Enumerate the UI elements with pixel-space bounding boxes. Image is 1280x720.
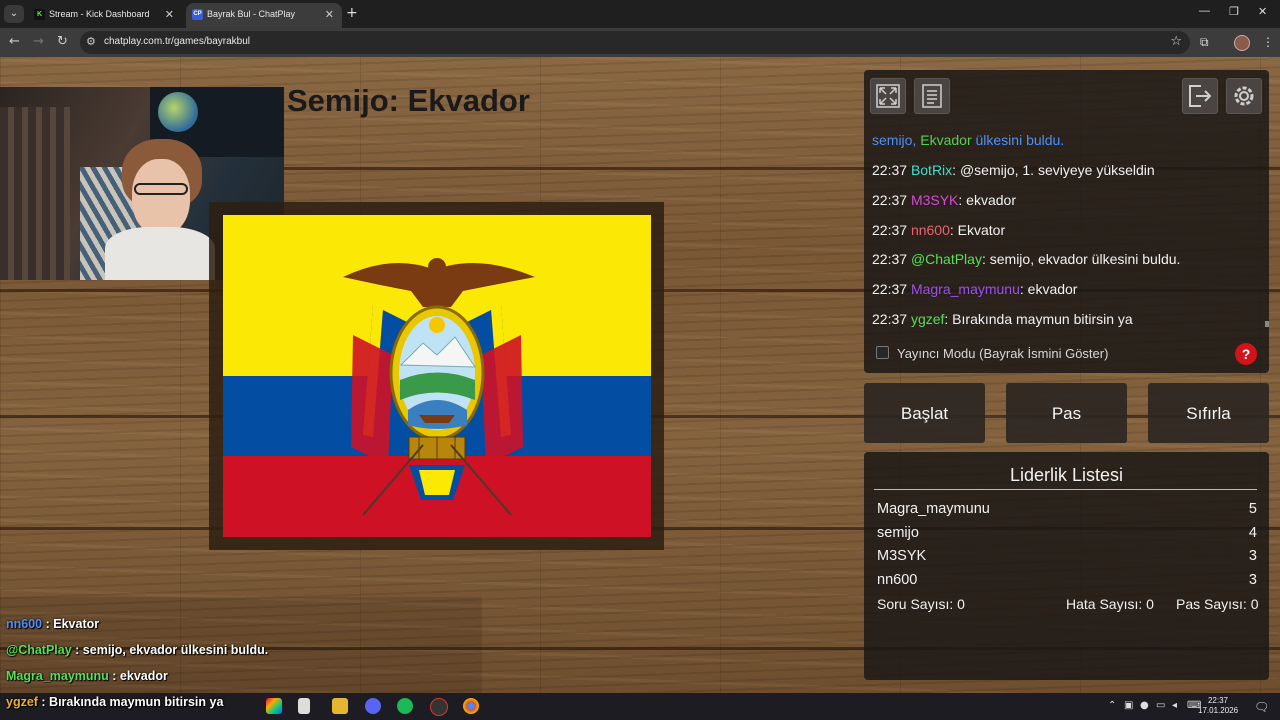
- streamer-mode-checkbox[interactable]: [876, 346, 889, 359]
- document-list-icon: [922, 84, 942, 108]
- overlay-chat-line: ygzef : Bırakında maymun bitirsin ya: [6, 695, 224, 709]
- extensions-puzzle-icon[interactable]: ⧉: [1200, 35, 1209, 50]
- tab-close-icon[interactable]: ✕: [165, 8, 174, 21]
- overlay-chat-line: nn600 : Ekvator: [6, 617, 100, 631]
- bookmark-star-icon[interactable]: ☆: [1170, 34, 1182, 49]
- site-info-icon[interactable]: ⚙: [86, 35, 96, 48]
- url-text[interactable]: chatplay.com.tr/games/bayrakbul: [104, 36, 250, 47]
- minimize-icon[interactable]: —: [1199, 5, 1210, 17]
- reload-icon[interactable]: ↻: [57, 34, 68, 49]
- tab-close-icon[interactable]: ✕: [325, 8, 334, 21]
- leaderboard-panel: Liderlik Listesi Magra_maymunu 5 semijo 4 …: [864, 452, 1269, 680]
- streamer-mode-label: Yayıncı Modu (Bayrak İsmini Göster): [897, 346, 1109, 361]
- error-count: Hata Sayısı: 0: [1066, 596, 1154, 612]
- settings-button[interactable]: [1226, 78, 1262, 114]
- microphone-icon[interactable]: ●: [1140, 700, 1149, 711]
- overlay-chat-line: @ChatPlay : semijo, ekvador ülkesini bul…: [6, 643, 269, 657]
- tray-chevron-icon[interactable]: ⌃: [1108, 700, 1116, 711]
- url-omnibox[interactable]: ⚙ chatplay.com.tr/games/bayrakbul ☆: [80, 31, 1190, 54]
- leaderboard-title: Liderlik Listesi: [1009, 465, 1124, 485]
- start-button[interactable]: Başlat: [864, 383, 985, 443]
- leaderboard-row: semijo 4: [877, 525, 1257, 541]
- file-explorer-icon[interactable]: [332, 698, 348, 714]
- chat-message: 22:37 Magra_maymunu: ekvador: [872, 281, 1078, 297]
- notes-button[interactable]: [914, 78, 950, 114]
- chat-message: 22:37 @ChatPlay: semijo, ekvador ülkesin…: [872, 251, 1181, 267]
- tab-title: Bayrak Bul - ChatPlay: [207, 9, 296, 19]
- chat-scrollbar[interactable]: [1265, 321, 1269, 327]
- tab-bayrak-bul[interactable]: CP Bayrak Bul - ChatPlay ✕: [186, 3, 342, 28]
- exit-button[interactable]: [1182, 78, 1218, 114]
- flag-image: [223, 215, 651, 537]
- exit-arrow-icon: [1189, 85, 1212, 107]
- leaderboard-row: nn600 3: [877, 572, 1257, 588]
- streamer-mode-toggle[interactable]: Yayıncı Modu (Bayrak İsmini Göster): [876, 346, 1108, 361]
- discord-icon[interactable]: [365, 698, 381, 714]
- tab-search-chevron-icon[interactable]: ⌄: [4, 5, 24, 23]
- game-page: Semijo: Ekvador nn600: Ekvator @ChatPla…: [0, 57, 1280, 693]
- obs-icon[interactable]: [430, 698, 448, 716]
- clock-date: 17.01.2026: [1198, 706, 1239, 715]
- forward-arrow-icon[interactable]: →: [33, 34, 44, 49]
- chat-message: semijo, Ekvador ülkesini buldu.: [872, 132, 1065, 148]
- question-count: Soru Sayısı: 0: [877, 596, 965, 612]
- gear-icon: [1234, 86, 1254, 106]
- tray-app-icon[interactable]: ▣: [1124, 700, 1133, 711]
- reset-button[interactable]: Sıfırla: [1148, 383, 1269, 443]
- back-arrow-icon[interactable]: ←: [9, 34, 20, 49]
- address-bar-row: ← → ↻ ⚙ chatplay.com.tr/games/bayrakbul …: [0, 28, 1280, 57]
- coat-of-arms-icon: [343, 258, 535, 516]
- copilot-icon[interactable]: [266, 698, 282, 714]
- volume-icon[interactable]: ◂: [1172, 700, 1177, 711]
- new-tab-plus-icon[interactable]: +: [346, 5, 358, 21]
- chat-panel: semijo, Ekvador ülkesini buldu. 22:37 Bo…: [864, 70, 1269, 373]
- chrome-icon[interactable]: [463, 698, 479, 714]
- leaderboard-row: M3SYK 3: [877, 548, 1257, 564]
- pass-count: Pas Sayısı: 0: [1176, 596, 1259, 612]
- taskbar-clock[interactable]: 22:37 17.01.2026: [1198, 696, 1238, 716]
- chat-message: 22:37 M3SYK: ekvador: [872, 192, 1016, 208]
- browser-tab-bar: ⌄ K Stream - Kick Dashboard ✕ CP Bayrak …: [0, 0, 1280, 28]
- game-title: Semijo: Ekvador: [287, 83, 530, 118]
- clock-time: 22:37: [1207, 696, 1229, 705]
- notepad-icon[interactable]: [298, 698, 310, 714]
- tab-title: Stream - Kick Dashboard: [49, 9, 150, 19]
- overlay-chat-line: Magra_maymunu : ekvador: [6, 669, 168, 683]
- stream-chat-overlay: nn600 : Ekvator @ChatPlay : semijo, ekva…: [0, 597, 482, 693]
- window-close-icon[interactable]: ✕: [1258, 5, 1267, 18]
- kick-favicon-icon: K: [34, 9, 45, 20]
- chat-message: 22:37 ygzef: Bırakında maymun bitirsin y…: [872, 311, 1133, 327]
- fullscreen-icon: [876, 84, 900, 108]
- chatplay-favicon-icon: CP: [192, 9, 203, 20]
- notification-icon[interactable]: 🗨: [1254, 700, 1269, 714]
- chat-message: 22:37 BotRix: @semijo, 1. seviyeye yükse…: [872, 162, 1155, 178]
- fullscreen-button[interactable]: [870, 78, 906, 114]
- windows-taskbar: ygzef : Bırakında maymun bitirsin ya ⌃ ▣…: [0, 693, 1280, 720]
- divider: [874, 489, 1257, 490]
- pass-button[interactable]: Pas: [1006, 383, 1127, 443]
- profile-avatar[interactable]: [1234, 35, 1250, 51]
- help-button[interactable]: ?: [1235, 343, 1257, 365]
- tab-kick-dashboard[interactable]: K Stream - Kick Dashboard ✕: [28, 3, 182, 28]
- leaderboard-row: Magra_maymunu 5: [877, 501, 1257, 517]
- restore-icon[interactable]: ❐: [1229, 5, 1239, 18]
- chat-message: 22:37 nn600: Ekvator: [872, 222, 1006, 238]
- kebab-menu-icon[interactable]: ⋮: [1262, 35, 1274, 49]
- network-icon[interactable]: ▭: [1156, 700, 1165, 711]
- spotify-icon[interactable]: [397, 698, 413, 714]
